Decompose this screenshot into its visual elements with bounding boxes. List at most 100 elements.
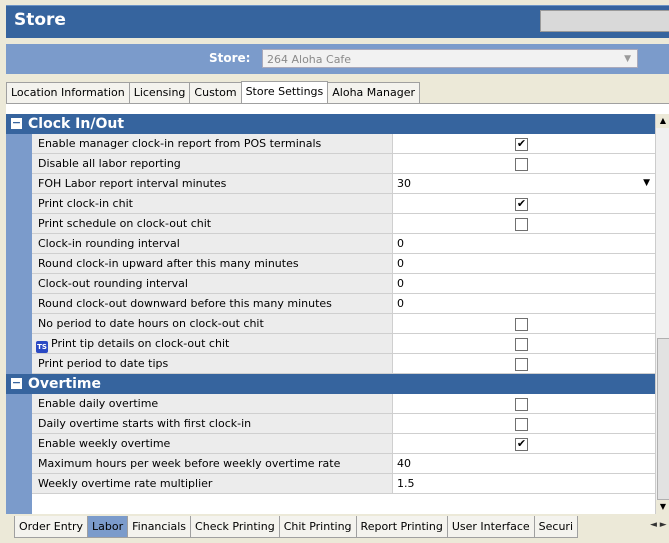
tab-securi[interactable]: Securi <box>533 516 579 538</box>
tab-user-interface[interactable]: User Interface <box>446 516 535 538</box>
tab-licensing[interactable]: Licensing <box>128 82 191 103</box>
store-selector-bar: Store: 264 Aloha Cafe ▼ <box>6 44 669 74</box>
section-header-overtime[interactable]: − Overtime <box>6 374 655 394</box>
setting-value[interactable]: 0 <box>393 234 655 253</box>
collapse-icon[interactable]: − <box>11 377 22 389</box>
setting-value[interactable] <box>393 314 655 333</box>
scroll-up-icon[interactable]: ▲ <box>656 114 669 128</box>
chevron-down-icon[interactable]: ▼ <box>624 50 631 69</box>
tab-scroll-right-icon[interactable]: ► <box>660 520 667 530</box>
tab-custom[interactable]: Custom <box>189 82 242 103</box>
tab-labor[interactable]: Labor <box>87 516 129 538</box>
scroll-thumb[interactable] <box>657 338 669 500</box>
setting-row[interactable]: Daily overtime starts with first clock-i… <box>32 414 655 434</box>
setting-value-text[interactable]: 30 <box>397 177 411 190</box>
setting-row[interactable]: Enable weekly overtime ✔ <box>32 434 655 454</box>
tab-chit-printing[interactable]: Chit Printing <box>278 516 357 538</box>
setting-row[interactable]: Clock-in rounding interval 0 <box>32 234 655 254</box>
tab-financials[interactable]: Financials <box>127 516 192 538</box>
top-tab-strip: Location Information Licensing Custom Store… <box>6 81 421 103</box>
setting-row[interactable]: Maximum hours per week before weekly ove… <box>32 454 655 474</box>
setting-label: Enable daily overtime <box>32 394 393 413</box>
setting-value-text[interactable]: 0 <box>397 277 404 290</box>
setting-row[interactable]: Round clock-out downward before this man… <box>32 294 655 314</box>
setting-label: Clock-out rounding interval <box>32 274 393 293</box>
setting-value[interactable]: ✔ <box>393 134 655 153</box>
setting-label: Daily overtime starts with first clock-i… <box>32 414 393 433</box>
tab-check-printing[interactable]: Check Printing <box>190 516 280 538</box>
setting-label: Enable weekly overtime <box>32 434 393 453</box>
tab-scroll-left-icon[interactable]: ◄ <box>650 520 657 530</box>
tab-location-information[interactable]: Location Information <box>6 82 130 103</box>
setting-label: Print period to date tips <box>32 354 393 373</box>
setting-value[interactable] <box>393 354 655 373</box>
checkbox-unchecked[interactable] <box>515 358 528 371</box>
setting-value[interactable]: 1.5 <box>393 474 655 493</box>
checkbox-unchecked[interactable] <box>515 218 528 231</box>
setting-value-text[interactable]: 0 <box>397 237 404 250</box>
checkbox-unchecked[interactable] <box>515 318 528 331</box>
settings-panel: − Clock In/Out Enable manager clock-in rep… <box>6 103 669 514</box>
tab-aloha-manager[interactable]: Aloha Manager <box>327 82 421 103</box>
scroll-down-icon[interactable]: ▼ <box>656 500 669 514</box>
setting-label: Maximum hours per week before weekly ove… <box>32 454 393 473</box>
setting-row[interactable]: Round clock-in upward after this many mi… <box>32 254 655 274</box>
setting-row[interactable]: No period to date hours on clock-out chi… <box>32 314 655 334</box>
setting-label: Weekly overtime rate multiplier <box>32 474 393 493</box>
checkbox-unchecked[interactable] <box>515 398 528 411</box>
window-title: Store <box>14 10 66 30</box>
setting-value-text[interactable]: 40 <box>397 457 411 470</box>
setting-value-text[interactable]: 1.5 <box>397 477 415 490</box>
setting-row[interactable]: Print schedule on clock-out chit <box>32 214 655 234</box>
checkbox-checked[interactable]: ✔ <box>515 438 528 451</box>
chevron-down-icon[interactable]: ▼ <box>643 174 650 193</box>
setting-label: Round clock-in upward after this many mi… <box>32 254 393 273</box>
setting-value[interactable] <box>393 154 655 173</box>
tab-order-entry[interactable]: Order Entry <box>14 516 89 538</box>
setting-value[interactable] <box>393 414 655 433</box>
setting-value[interactable]: 30 ▼ <box>393 174 655 193</box>
setting-row[interactable]: Disable all labor reporting <box>32 154 655 174</box>
title-bar-field[interactable] <box>540 10 669 32</box>
setting-row[interactable]: Enable daily overtime <box>32 394 655 414</box>
window-title-bar: Store <box>6 5 669 38</box>
setting-value[interactable]: 0 <box>393 274 655 293</box>
tab-report-printing[interactable]: Report Printing <box>355 516 448 538</box>
setting-value-text[interactable]: 0 <box>397 257 404 270</box>
setting-value[interactable] <box>393 214 655 233</box>
store-select[interactable]: 264 Aloha Cafe ▼ <box>262 49 638 68</box>
collapse-icon[interactable]: − <box>11 117 22 129</box>
checkbox-checked[interactable]: ✔ <box>515 138 528 151</box>
setting-value-text[interactable]: 0 <box>397 297 404 310</box>
setting-label: TS Print tip details on clock-out chit <box>32 334 393 353</box>
setting-row[interactable]: Print clock-in chit ✔ <box>32 194 655 214</box>
setting-value[interactable]: ✔ <box>393 194 655 213</box>
setting-value[interactable]: 40 <box>393 454 655 473</box>
setting-row[interactable]: Print period to date tips <box>32 354 655 374</box>
setting-value[interactable]: 0 <box>393 254 655 273</box>
setting-row[interactable]: TS Print tip details on clock-out chit <box>32 334 655 354</box>
setting-label: Clock-in rounding interval <box>32 234 393 253</box>
grid-gutter <box>6 114 32 514</box>
setting-row[interactable]: Weekly overtime rate multiplier 1.5 <box>32 474 655 494</box>
setting-value[interactable] <box>393 334 655 353</box>
setting-row[interactable]: FOH Labor report interval minutes 30 ▼ <box>32 174 655 194</box>
checkbox-checked[interactable]: ✔ <box>515 198 528 211</box>
vertical-scrollbar[interactable]: ▲ ▼ <box>655 114 669 514</box>
setting-value[interactable]: ✔ <box>393 434 655 453</box>
tab-store-settings[interactable]: Store Settings <box>240 81 329 103</box>
section-title: Overtime <box>28 376 102 392</box>
setting-row[interactable]: Clock-out rounding interval 0 <box>32 274 655 294</box>
section-header-clock-in-out[interactable]: − Clock In/Out <box>6 114 655 134</box>
checkbox-unchecked[interactable] <box>515 338 528 351</box>
ts-icon: TS <box>36 341 48 353</box>
setting-value[interactable] <box>393 394 655 413</box>
tab-scroll-arrows[interactable]: ◄ ► <box>650 520 667 530</box>
setting-label: Disable all labor reporting <box>32 154 393 173</box>
setting-value[interactable]: 0 <box>393 294 655 313</box>
setting-row[interactable]: Enable manager clock-in report from POS … <box>32 134 655 154</box>
setting-label: FOH Labor report interval minutes <box>32 174 393 193</box>
section-title: Clock In/Out <box>28 116 125 132</box>
checkbox-unchecked[interactable] <box>515 418 528 431</box>
checkbox-unchecked[interactable] <box>515 158 528 171</box>
